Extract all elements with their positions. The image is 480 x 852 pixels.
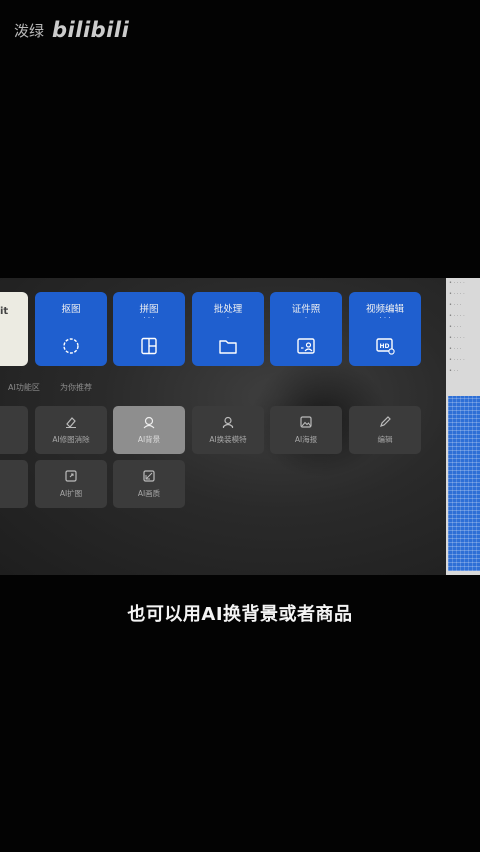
tool-cutout[interactable]: 抠图: [35, 292, 107, 366]
grid-item-ai-eraser[interactable]: AI修图消除: [35, 406, 107, 454]
tool-collage[interactable]: 拼图 · · ·: [113, 292, 185, 366]
model-icon: [221, 415, 235, 429]
section-hint: AI功能区: [8, 383, 40, 392]
grid-item-ai-expand[interactable]: AI扩图: [35, 460, 107, 508]
grid-item-label: AI修图消除: [52, 435, 90, 444]
svg-text:HD: HD: [379, 343, 389, 350]
folder-icon: [218, 337, 238, 355]
id-photo-icon: [296, 337, 316, 355]
grid-item-edit[interactable]: 编辑: [349, 406, 421, 454]
enhance-icon: [142, 469, 156, 483]
grid-item[interactable]: …: [0, 460, 28, 508]
grid-item-label: AI背景: [137, 435, 161, 444]
grid-item-ai-enhance[interactable]: AI画质: [113, 460, 185, 508]
circle-dashed-icon: [61, 337, 81, 355]
pencil-icon: [378, 415, 392, 429]
side-list-item: • · · · ·: [449, 313, 465, 319]
grid-item-label: AI换装模特: [209, 435, 247, 444]
uploader-name: 泼绿: [14, 21, 45, 40]
ai-background-icon: [142, 415, 156, 429]
bilibili-logo: bilibili: [52, 18, 130, 42]
hd-video-icon: HD: [375, 337, 395, 355]
collage-icon: [139, 337, 159, 355]
grid-item-ai-poster[interactable]: AI海报: [270, 406, 342, 454]
tool-label: 拼图: [139, 304, 159, 315]
tool-dots: ·: [304, 314, 308, 322]
grid-item-label: 编辑: [377, 435, 393, 444]
tool-label: 视频编辑: [365, 304, 404, 315]
grid-item-label: AI海报: [294, 435, 318, 444]
eraser-icon: [64, 415, 78, 429]
left-promo-card[interactable]: it: [0, 292, 28, 366]
tool-dots: · · ·: [143, 314, 155, 322]
right-side-panel: • · · · · • · · · · • · · · • · · · · • …: [446, 278, 480, 575]
tool-dots: ·: [226, 314, 230, 322]
grid-item[interactable]: …: [0, 406, 28, 454]
tool-id-photo[interactable]: 证件照 ·: [270, 292, 342, 366]
section-hint: 为你推荐: [60, 383, 92, 392]
grid-item-ai-background[interactable]: AI背景: [113, 406, 185, 454]
left-card-label: it: [0, 306, 9, 317]
watermark: 泼绿 bilibili: [14, 18, 129, 42]
side-list-item: • · · · ·: [449, 280, 465, 286]
tool-label: 证件照: [291, 304, 321, 315]
expand-icon: [64, 469, 78, 483]
side-list-item: • · · · ·: [449, 335, 465, 341]
tool-batch[interactable]: 批处理 ·: [192, 292, 264, 366]
side-list-item: • · · ·: [449, 302, 462, 308]
tool-label: 抠图: [61, 304, 81, 315]
tool-dots: · · ·: [379, 314, 391, 322]
image-icon: [299, 415, 313, 429]
video-frame: it 抠图 拼图 · · · 批处理 · 证件照 · 视频编辑 · · · HD: [0, 278, 480, 575]
grid-item-ai-model[interactable]: AI换装模特: [192, 406, 264, 454]
side-list-item: • · · · ·: [449, 291, 465, 297]
side-list-item: • · · · ·: [449, 357, 465, 363]
side-list-item: • · · ·: [449, 346, 462, 352]
side-list-item: • · · ·: [449, 324, 462, 330]
grid-item-label: AI扩图: [59, 489, 83, 498]
side-blue-panel: [448, 396, 480, 571]
side-list-item: • · ·: [449, 368, 459, 374]
tool-video-edit[interactable]: 视频编辑 · · · HD: [349, 292, 421, 366]
tool-label: 批处理: [213, 304, 243, 315]
grid-item-label: AI画质: [137, 489, 161, 498]
video-subtitle: 也可以用AI换背景或者商品: [127, 604, 353, 625]
